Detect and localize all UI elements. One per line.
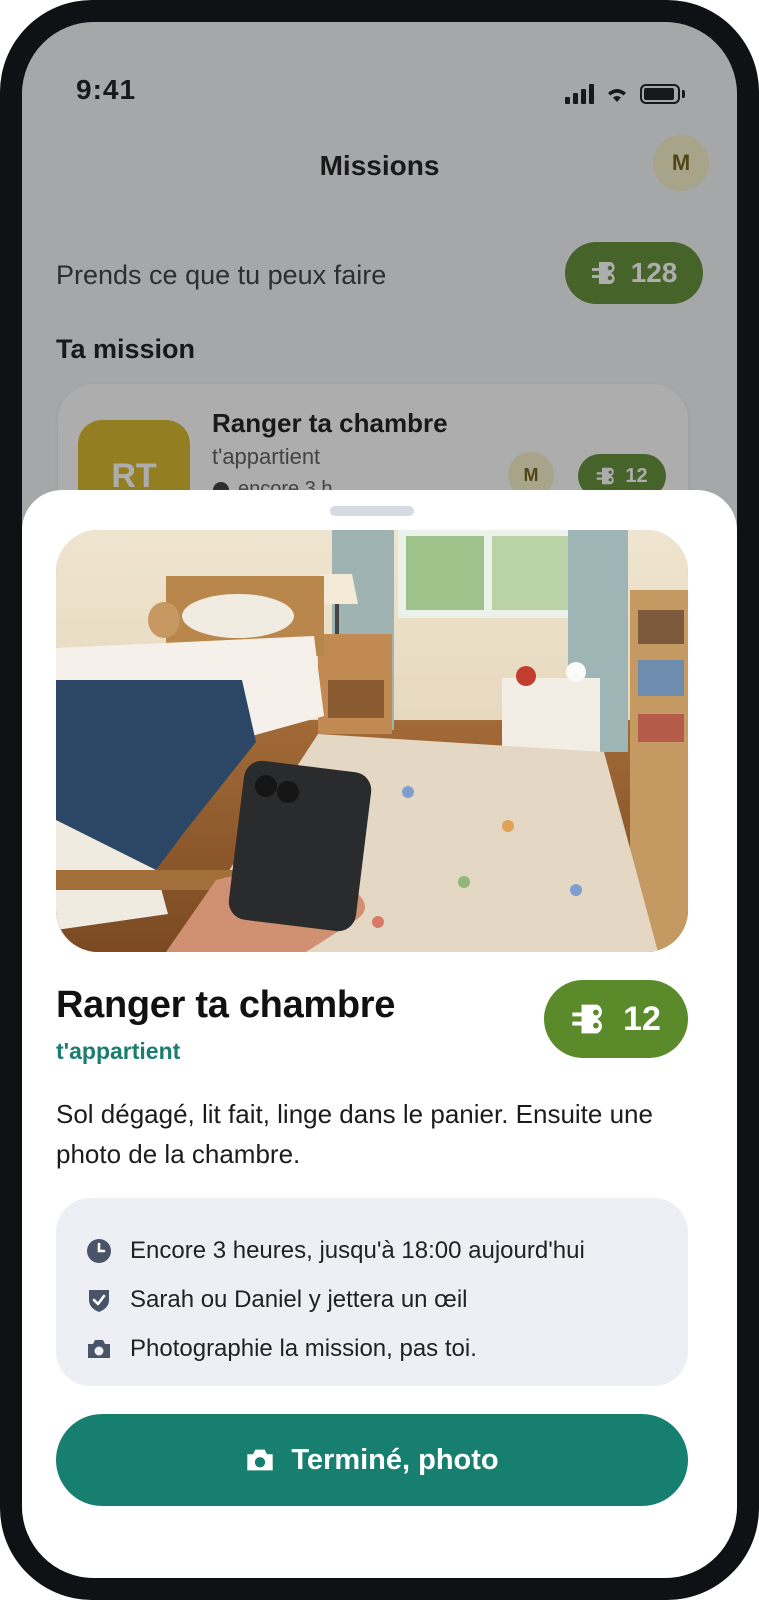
mission-title: Ranger ta chambre [56, 984, 396, 1026]
mission-description: Sol dégagé, lit fait, linge dans le pani… [56, 1099, 653, 1169]
info-row-photo-tip: Photographie la mission, pas toi. [86, 1324, 658, 1373]
camera-icon [247, 1449, 274, 1471]
done-photo-label: Terminé, photo [291, 1443, 499, 1476]
screen: 9:41 Missions M Prends ce que tu peux fa… [22, 22, 737, 1578]
mission-reward-value: 12 [623, 999, 661, 1038]
mission-reward-badge: 12 [544, 980, 688, 1058]
room-photo [56, 530, 688, 952]
info-photo-tip-text: Photographie la mission, pas toi. [130, 1334, 477, 1362]
sheet-grab-handle[interactable] [330, 506, 414, 516]
phone-frame: 9:41 Missions M Prends ce que tu peux fa… [0, 0, 759, 1600]
clock-icon [86, 1238, 112, 1264]
info-row-reviewer: Sarah ou Daniel y jettera un œil [86, 1275, 658, 1324]
camera-icon [86, 1336, 112, 1362]
mission-detail-sheet: Ranger ta chambre t'appartient 12 Sol dé… [22, 490, 737, 1578]
mission-owner-label: t'appartient [56, 1038, 181, 1064]
shield-check-icon [86, 1287, 112, 1313]
mission-info-box: Encore 3 heures, jusqu'à 18:00 aujourd'h… [56, 1198, 688, 1386]
room-photo-illustration [56, 530, 688, 952]
info-deadline-text: Encore 3 heures, jusqu'à 18:00 aujourd'h… [130, 1236, 585, 1264]
info-reviewer-text: Sarah ou Daniel y jettera un œil [130, 1285, 468, 1313]
info-row-deadline: Encore 3 heures, jusqu'à 18:00 aujourd'h… [86, 1226, 658, 1275]
coin-icon [572, 1004, 603, 1034]
done-photo-button[interactable]: Terminé, photo [56, 1414, 688, 1506]
